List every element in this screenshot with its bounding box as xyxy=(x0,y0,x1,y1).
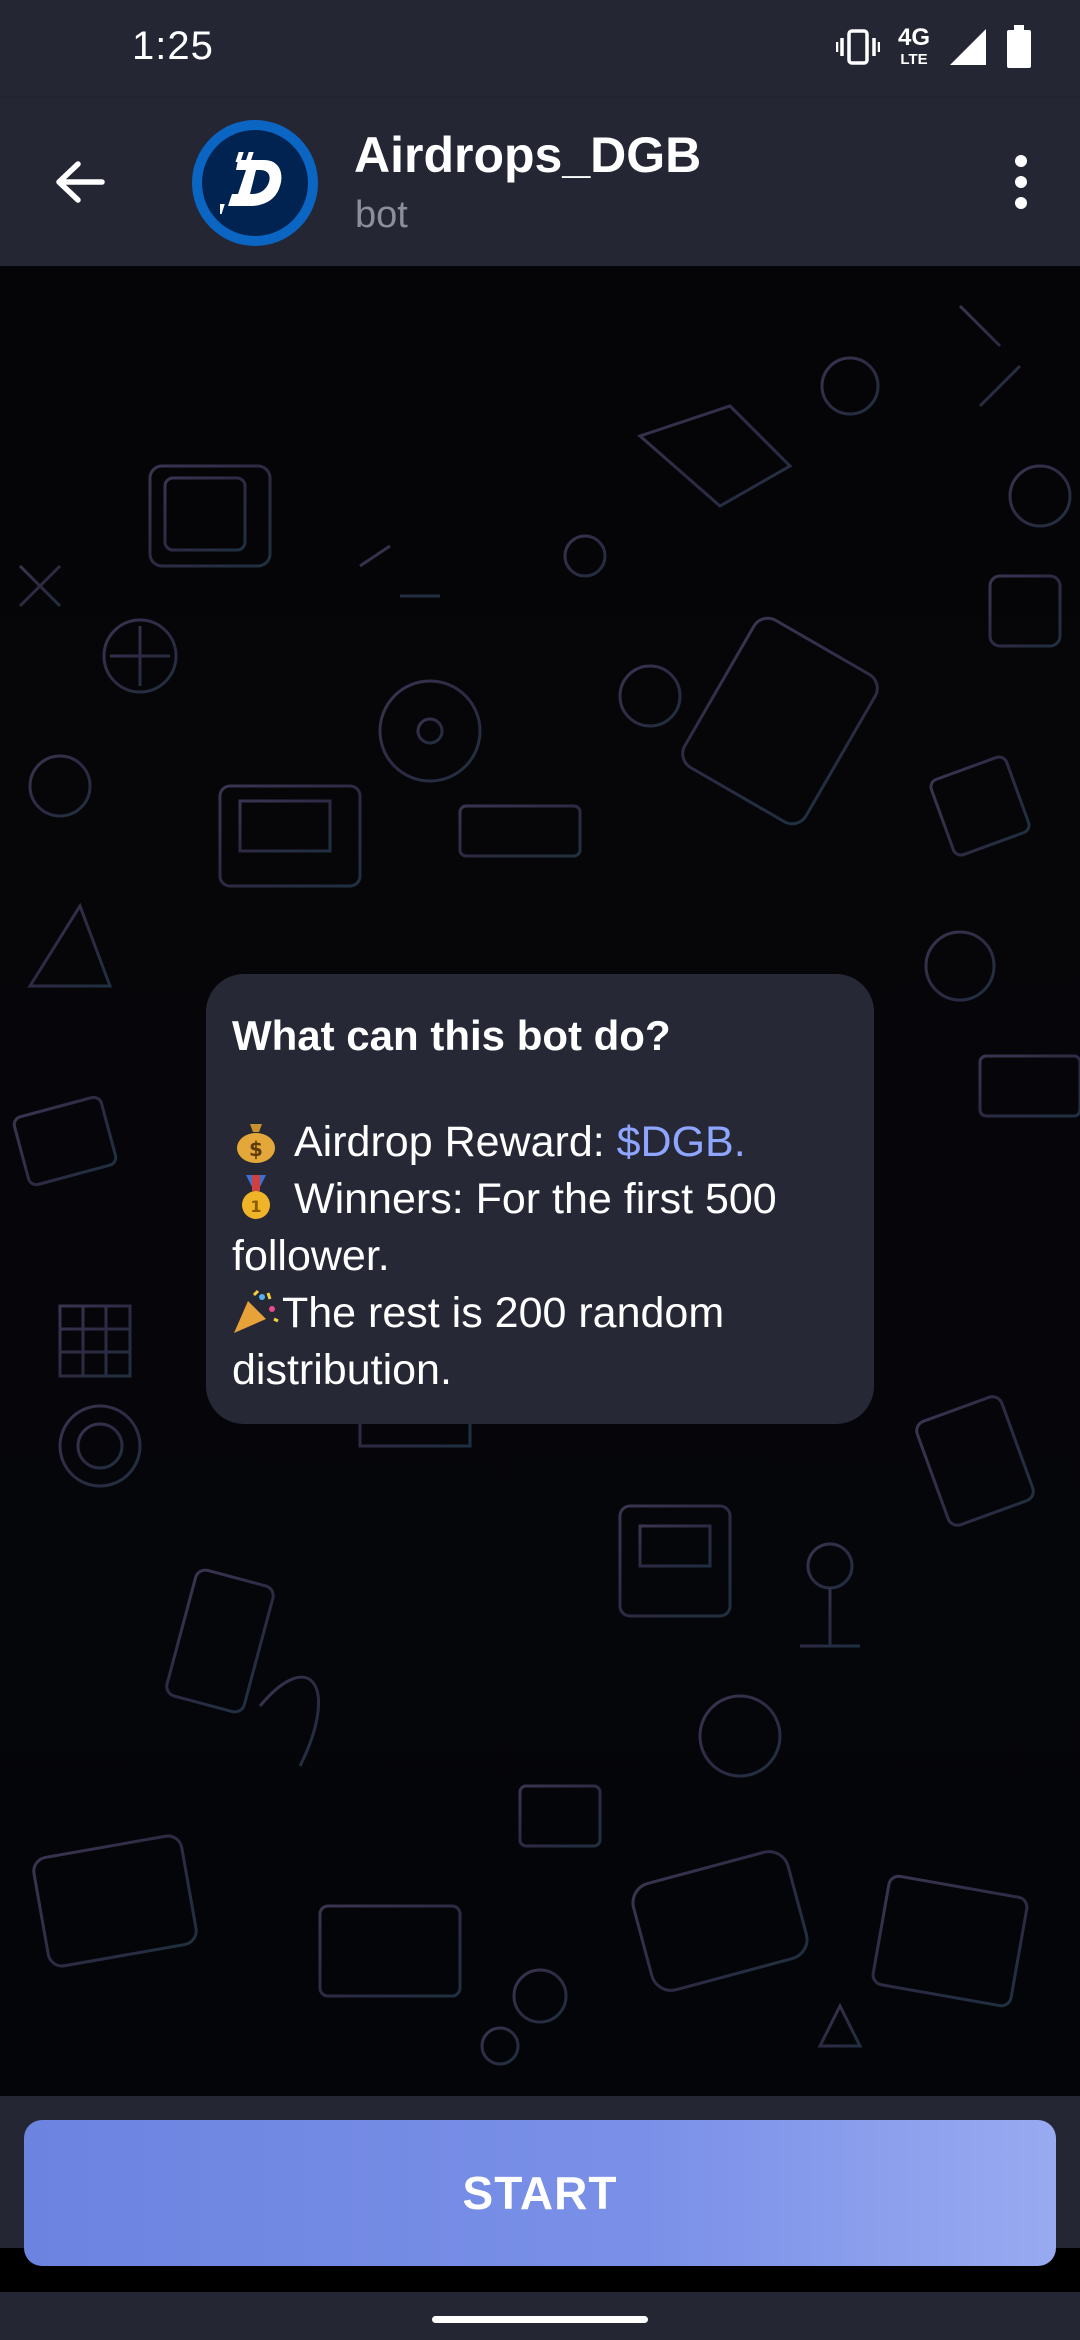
reward-label: Airdrop Reward: xyxy=(294,1118,617,1166)
network-type: 4G LTE xyxy=(897,24,930,69)
first-place-medal-icon: 1 xyxy=(242,1175,270,1219)
winners-text: Winners: For the first 500 xyxy=(294,1175,777,1223)
avatar[interactable] xyxy=(192,120,318,246)
status-time: 1:25 xyxy=(132,24,214,68)
more-options-button[interactable] xyxy=(988,142,1054,222)
home-indicator[interactable] xyxy=(432,2316,648,2323)
reward-value-link[interactable]: $DGB. xyxy=(617,1118,746,1166)
chat-title[interactable]: Airdrops_DGB xyxy=(354,126,701,184)
bottom-bar: START xyxy=(0,2096,1080,2266)
bot-info-title: What can this bot do? xyxy=(232,1012,671,1059)
back-button[interactable] xyxy=(40,142,120,222)
party-popper-icon xyxy=(234,1289,279,1333)
chat-subtitle: bot xyxy=(355,194,408,236)
money-bag-icon: $ xyxy=(237,1124,275,1163)
arrow-left-icon xyxy=(56,161,105,203)
more-vertical-icon xyxy=(1015,155,1027,167)
status-bar: 1:25 4G LTE xyxy=(0,0,1080,98)
start-button[interactable]: START xyxy=(24,2120,1056,2266)
vibrate-icon xyxy=(835,27,881,72)
chat-header: Airdrops_DGB bot xyxy=(0,98,1080,266)
bot-info-bubble: What can this bot do? $ Airdrop Reward: … xyxy=(206,974,874,1424)
battery-icon xyxy=(1006,24,1032,74)
svg-text:1: 1 xyxy=(250,1197,261,1216)
bot-info-body: $ Airdrop Reward: $DGB. 1 Winners: For t… xyxy=(232,1114,848,1399)
digibyte-logo-icon xyxy=(202,130,308,236)
status-icons: 4G LTE xyxy=(835,24,1032,74)
rest-cont: distribution. xyxy=(232,1346,452,1394)
chat-background: What can this bot do? $ Airdrop Reward: … xyxy=(0,266,1080,2096)
winners-cont: follower. xyxy=(232,1232,390,1280)
rest-text: The rest is 200 random xyxy=(282,1289,725,1337)
svg-text:$: $ xyxy=(249,1137,263,1161)
signal-icon xyxy=(948,27,988,72)
